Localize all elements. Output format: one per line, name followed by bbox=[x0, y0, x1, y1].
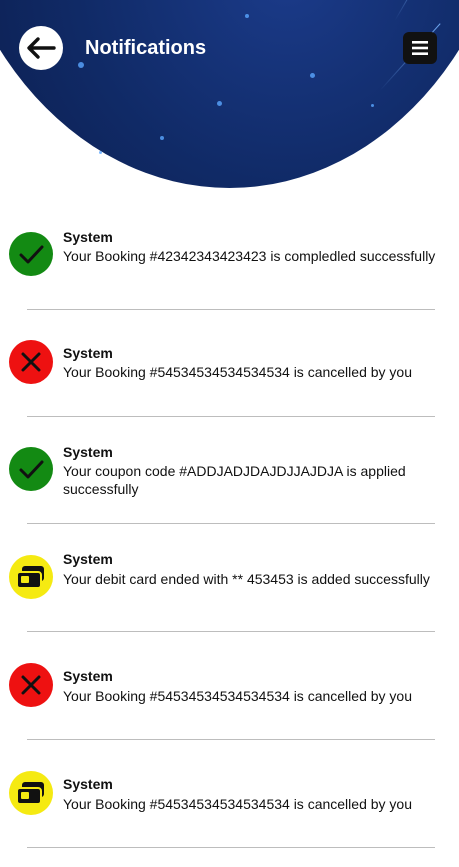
page-title: Notifications bbox=[85, 37, 207, 59]
notification-message: Your Booking #54534534534534534 is cance… bbox=[63, 796, 412, 812]
notification-sender: System bbox=[63, 444, 113, 460]
divider bbox=[27, 416, 435, 417]
menu-button[interactable] bbox=[403, 32, 437, 64]
notification-message: Your Booking #54534534534534534 is cance… bbox=[63, 364, 412, 380]
check-icon bbox=[9, 447, 53, 491]
divider bbox=[27, 739, 435, 740]
divider bbox=[27, 631, 435, 632]
star-decoration bbox=[217, 101, 222, 106]
header-background bbox=[0, 0, 459, 190]
close-icon bbox=[9, 663, 53, 707]
star-decoration bbox=[78, 62, 84, 68]
star-decoration bbox=[310, 73, 315, 78]
divider bbox=[27, 309, 435, 310]
notification-sender: System bbox=[63, 229, 113, 245]
star-decoration bbox=[245, 14, 249, 18]
notification-sender: System bbox=[63, 551, 113, 567]
notification-message: Your Booking #42342343423423 is compledl… bbox=[63, 248, 436, 264]
divider bbox=[27, 847, 435, 848]
notification-message: Your Booking #54534534534534534 is cance… bbox=[63, 688, 412, 704]
divider bbox=[27, 523, 435, 524]
check-icon bbox=[9, 232, 53, 276]
notification-sender: System bbox=[63, 776, 113, 792]
notification-sender: System bbox=[63, 345, 113, 361]
star-decoration bbox=[160, 136, 164, 140]
arrow-left-icon bbox=[27, 37, 56, 59]
notification-message: Your coupon code #ADDJADJDAJDJJAJDJA is … bbox=[63, 463, 406, 497]
notification-sender: System bbox=[63, 668, 113, 684]
card-icon bbox=[9, 771, 53, 815]
header-curve bbox=[0, 0, 459, 188]
close-icon bbox=[9, 340, 53, 384]
menu-icon bbox=[412, 41, 428, 55]
notification-message: Your debit card ended with ** 453453 is … bbox=[63, 571, 430, 587]
star-decoration bbox=[371, 104, 374, 107]
card-icon bbox=[9, 555, 53, 599]
back-button[interactable] bbox=[19, 26, 63, 70]
star-decoration bbox=[99, 151, 102, 154]
